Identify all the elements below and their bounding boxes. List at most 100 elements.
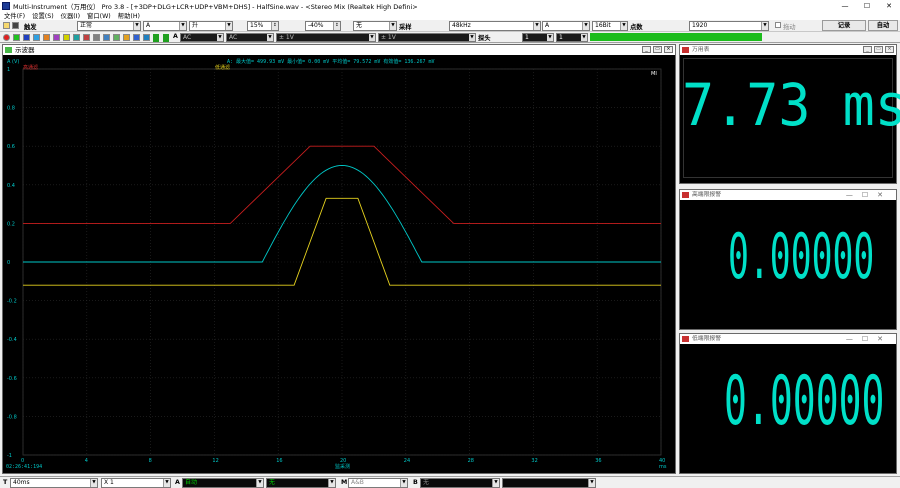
maximize-icon[interactable]: ☐ — [856, 2, 878, 10]
timebase-select[interactable]: 40ms ▼ — [10, 478, 98, 488]
b-function-select[interactable]: ▼ — [502, 478, 596, 488]
bit-depth-select[interactable]: 16Bit ▼ — [592, 21, 628, 31]
save-disk-icon[interactable] — [12, 22, 19, 29]
y-tick-label: -0.6 — [7, 376, 17, 382]
restore-icon[interactable]: ▭ — [653, 46, 662, 53]
menu-file[interactable]: 文件(F) — [4, 11, 25, 20]
calibrate-icon[interactable] — [123, 34, 130, 41]
window-controls-icon[interactable]: —☐✕ — [846, 190, 892, 200]
probe-label: 探头 — [478, 35, 491, 42]
window-controls-icon[interactable]: —☐✕ — [846, 334, 892, 344]
timebase-label: T — [3, 479, 8, 486]
trigger-channel-select[interactable]: A ▼ — [143, 21, 187, 31]
multimeter-titlebar: 万用表 _ ▭ × — [680, 45, 896, 55]
volume-icon[interactable] — [133, 34, 140, 41]
toolbar-trigger: 触发 正常 ▼ A ▼ 升 ▼ 15% ↕ -40% ↕ 无 ▼ 采样 48kHz ▼ A ▼ … — [0, 20, 900, 32]
meter-reading: 7.73 ms — [682, 71, 900, 139]
low-alarm-title: 低端限报警 — [692, 336, 721, 342]
menu-instruments[interactable]: 仪器(I) — [61, 11, 80, 20]
print-icon[interactable] — [93, 34, 100, 41]
single-run-icon[interactable] — [163, 34, 169, 42]
trigger-mode-select[interactable]: 正常 ▼ — [77, 21, 141, 31]
meter-icon[interactable] — [33, 34, 40, 41]
close-icon[interactable]: × — [885, 46, 894, 53]
multimeter-panel: 万用表 _ ▭ × 7.73 ms — [679, 44, 900, 184]
menu-window[interactable]: 窗口(W) — [87, 11, 111, 20]
chevron-down-icon: ▼ — [582, 22, 589, 30]
copy-icon[interactable] — [103, 34, 110, 41]
x-axis-label: 监采测 — [335, 463, 350, 470]
high-alarm-panel: 高端限报警 —☐✕ 0.00000 — [679, 189, 897, 330]
drag-checkbox[interactable] — [775, 22, 781, 28]
points-select[interactable]: 1920 ▼ — [689, 21, 769, 31]
phase-icon[interactable] — [43, 34, 50, 41]
pretrigger-stepper[interactable]: -40% ↕ — [305, 21, 341, 31]
config-icon[interactable] — [113, 34, 120, 41]
lowpass-trace — [23, 197, 661, 286]
oscilloscope-title: 示波器 — [15, 46, 35, 54]
play-icon[interactable] — [143, 34, 150, 41]
menu-bar: 文件(F) 设置(S) 仪器(I) 窗口(W) 帮助(H) — [0, 11, 900, 20]
coupling-a-select[interactable]: AC ▼ — [180, 33, 224, 42]
a-mode-select[interactable]: 自动 ▼ — [182, 478, 264, 488]
chevron-down-icon: ▼ — [533, 22, 540, 30]
title-bar: Multi-Instrument（万用仪） Pro 3.8 - [+3DP+DL… — [0, 0, 900, 11]
menu-help[interactable]: 帮助(H) — [118, 11, 140, 20]
stepper-icon: ↕ — [271, 22, 278, 30]
lcr-icon[interactable] — [73, 34, 80, 41]
time-start: 02:26:41:194 — [6, 464, 42, 470]
trigger-label: 触发 — [24, 24, 37, 31]
channel-b-status-label: B — [413, 479, 418, 486]
trigger-edge-select[interactable]: 升 ▼ — [189, 21, 233, 31]
generator-icon[interactable] — [53, 34, 60, 41]
low-alarm-reading: 0.00000 — [724, 362, 885, 441]
coupling-b-select[interactable]: AC ▼ — [226, 33, 274, 42]
x-tick-label: 12 — [212, 458, 218, 464]
chevron-down-icon: ▼ — [620, 22, 627, 30]
channel-mode-select[interactable]: A ▼ — [542, 21, 590, 31]
menu-settings[interactable]: 设置(S) — [32, 11, 54, 20]
b-mode-select[interactable]: 无 ▼ — [420, 478, 500, 488]
a-function-select[interactable]: 无 ▼ — [266, 478, 336, 488]
probe-b-select[interactable]: 1 ▼ — [556, 33, 588, 42]
dds-icon[interactable] — [63, 34, 70, 41]
legend-lowpass: 低通滤 — [215, 64, 230, 71]
stats-readout: A: 最大值= 499.93 mV 最小值= 0.00 mV 平均值= 79.5… — [227, 58, 435, 65]
toolbar-channels: A AC ▼ AC ▼ ± 1V ▼ ± 1V ▼ 探头 1 ▼ 1 ▼ — [0, 32, 900, 43]
minimize-icon[interactable]: _ — [863, 46, 872, 53]
trigger-level-stepper[interactable]: 15% ↕ — [247, 21, 279, 31]
oscilloscope-plot[interactable]: 0 4 8 12 16 20 24 28 32 36 4010.80.60.40.20-0.2-0.… — [3, 55, 675, 473]
y-tick-label: -0.2 — [7, 299, 17, 305]
level-meter-b — [590, 37, 762, 41]
run-icon[interactable] — [153, 34, 159, 42]
sample-rate-select[interactable]: 48kHz ▼ — [449, 21, 541, 31]
meter-window-icon — [682, 47, 689, 53]
x-tick-label: 8 — [149, 458, 152, 464]
open-folder-icon[interactable] — [3, 22, 10, 29]
high-alarm-titlebar: 高端限报警 —☐✕ — [680, 190, 896, 200]
window-title: Multi-Instrument（万用仪） Pro 3.8 - [+3DP+DL… — [13, 2, 418, 11]
range-b-select[interactable]: ± 1V ▼ — [378, 33, 476, 42]
chevron-down-icon: ▼ — [133, 22, 140, 30]
y-unit-label: A (V) — [7, 59, 19, 65]
close-icon[interactable]: × — [664, 46, 673, 53]
record-button[interactable]: 记录 — [822, 20, 866, 31]
alarm-window-icon — [682, 336, 689, 342]
chevron-down-icon: ▼ — [225, 22, 232, 30]
x-tick-label: 24 — [404, 458, 410, 464]
record-dot-icon[interactable] — [3, 34, 10, 41]
close-icon[interactable]: ✕ — [878, 2, 900, 10]
x-multiplier-select[interactable]: X 1 ▼ — [101, 478, 171, 488]
scope-icon[interactable] — [13, 34, 20, 41]
data-logger-icon[interactable] — [83, 34, 90, 41]
probe-a-select[interactable]: 1 ▼ — [522, 33, 554, 42]
auto-button[interactable]: 自动 — [868, 20, 898, 31]
range-a-select[interactable]: ± 1V ▼ — [276, 33, 376, 42]
low-alarm-panel: 低端限报警 —☐✕ 0.00000 — [679, 333, 897, 474]
trigger-source-select[interactable]: 无 ▼ — [353, 21, 397, 31]
minimize-icon[interactable]: — — [834, 2, 856, 10]
restore-icon[interactable]: ▭ — [874, 46, 883, 53]
spectrum-icon[interactable] — [23, 34, 30, 41]
minimize-icon[interactable]: _ — [642, 46, 651, 53]
math-mode-select[interactable]: A&B ▼ — [348, 478, 408, 488]
